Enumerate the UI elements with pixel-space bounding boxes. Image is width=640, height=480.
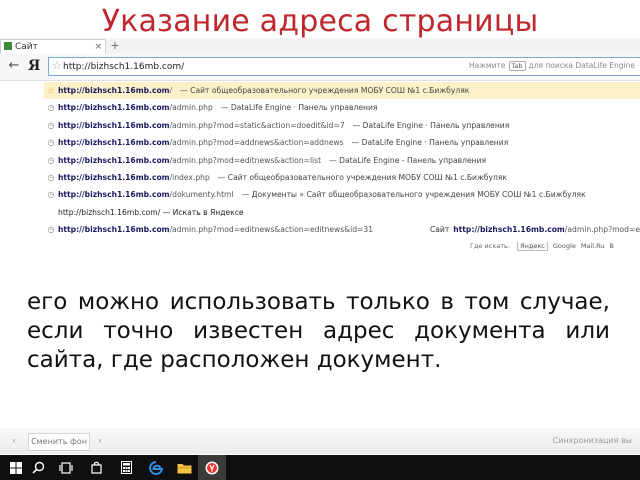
suggestion-description: — Документы » Сайт общеобразовательного … (241, 190, 586, 200)
edge-icon[interactable] (142, 455, 170, 480)
taskbar (0, 455, 640, 480)
change-background-button[interactable]: Сменить фон (28, 433, 90, 451)
sync-label: Синхронизация вы (552, 436, 632, 445)
file-explorer-icon[interactable] (170, 455, 198, 480)
suggestion-host: http://bizhsch1.16mb.com (58, 120, 170, 130)
suggestion-item[interactable]: ☆ http://bizhsch1.16mb.com/ — Сайт общеобр… (44, 82, 640, 100)
suggestion-item[interactable]: ◷ http://bizhsch1.16mb.com/admin.php?mod=… (44, 152, 640, 169)
suggestion-item[interactable]: ◷ http://bizhsch1.16mb.com/admin.php?mod=… (44, 134, 640, 151)
calculator-icon[interactable] (112, 455, 140, 480)
browser-window: Сайт общеобразовательн × + ← Я ☆ Нажмите… (0, 38, 640, 251)
suggestion-host: http://bizhsch1.16mb.com (58, 172, 170, 182)
suggestion-path: /admin.php?mod=static&action=doedit&id=7 (169, 120, 345, 130)
suggestion-description: — Сайт общеобразовательного учреждения М… (217, 172, 507, 182)
suggestion-host: http://bizhsch1.16mb.com (58, 86, 170, 95)
hint-text-after: для поиска DataLife Engine (528, 61, 635, 70)
history-icon: ◷ (47, 138, 55, 148)
hint-text-before: Нажмите (469, 61, 506, 70)
bookmark-star-icon[interactable]: ☆ (52, 59, 62, 72)
history-icon: ◷ (47, 120, 55, 130)
store-icon[interactable] (82, 455, 110, 480)
suggestion-description: — Сайт общеобразовательного учреждения М… (180, 86, 470, 95)
suggestion-path: /index.php (169, 172, 210, 182)
search-in-yandex-text: http://bizhsch1.16mb.com/ — Искать в Янд… (58, 207, 244, 217)
history-icon: ◷ (47, 225, 55, 235)
tab-close-icon[interactable]: × (94, 40, 102, 54)
suggestion-description: — DataLife Engine · Панель управления (351, 138, 509, 148)
search-engine-selector: Где искать: Яндекс Google Mail.Ru B (470, 242, 640, 254)
suggestion-path: / (169, 86, 173, 95)
suggestion-host: http://bizhsch1.16mb.com (58, 138, 170, 148)
tab-search-hint: Нажмите Tab для поиска DataLife Engine (469, 61, 640, 73)
suggestion-description: — DataLife Engine · Панель управления (220, 103, 378, 113)
suggestion-path: /admin.php?mod=editnews&action=editnews&… (169, 225, 374, 235)
suggestion-item[interactable]: ◷ http://bizhsch1.16mb.com/admin.php?mod=… (44, 221, 640, 239)
url-input[interactable] (63, 59, 263, 74)
history-icon: ◷ (47, 172, 55, 182)
slideshow-bar: ‹ Сменить фон › Синхронизация вы (0, 428, 640, 454)
suggestion-host: http://bizhsch1.16mb.com (58, 190, 170, 200)
suggestion-item[interactable]: ◷ http://bizhsch1.16mb.com/admin.php — Dat… (44, 99, 640, 116)
history-icon: ◷ (47, 155, 55, 165)
suggestion-site: Сайт http://bizhsch1.16mb.com/admin.php?m… (423, 221, 640, 239)
suggestion-path: /admin.php (169, 103, 213, 113)
tab-bar: Сайт общеобразовательн × + (0, 38, 640, 66)
suggestion-description: — DataLife Engine - Панель управления (329, 155, 487, 165)
history-icon: ◷ (47, 190, 55, 200)
suggestion-path: /admin.php?mod=editnews&action=list (169, 155, 322, 165)
back-arrow-icon[interactable]: ← (6, 58, 22, 74)
suggestion-path: /admin.php?mod=addnews&action=addnews (169, 138, 344, 148)
star-icon: ☆ (47, 86, 55, 95)
task-view-icon[interactable] (52, 455, 80, 480)
site-favicon-icon (4, 42, 12, 50)
search-engine-option[interactable]: Яндекс (517, 242, 548, 251)
url-field[interactable]: ☆ НажмитеTabдля поиска DataLife Engine (48, 57, 640, 76)
slide-title: Указание адреса страницы (101, 4, 539, 39)
suggestion-path: /dokumenty.html (169, 190, 234, 200)
slide-body-text: его можно использовать только в том случ… (27, 289, 610, 373)
next-arrow-icon[interactable]: › (94, 433, 106, 449)
previous-arrow-icon[interactable]: ‹ (8, 433, 20, 449)
yandex-logo[interactable]: Я (28, 58, 44, 74)
search-engine-option[interactable]: Google (553, 242, 576, 250)
browser-tab[interactable]: Сайт общеобразовательн × (0, 39, 106, 66)
suggestion-host: http://bizhsch1.16mb.com (58, 155, 170, 165)
suggestion-list: ☆ http://bizhsch1.16mb.com/— Сайт общеобр… (44, 82, 640, 240)
search-engine-option[interactable]: Mail.Ru (581, 242, 605, 250)
address-bar: ← Я ☆ НажмитеTabдля поиска DataLife Engi… (0, 54, 640, 81)
search-icon[interactable] (24, 455, 52, 480)
suggestion-host: http://bizhsch1.16mb.com (58, 103, 170, 113)
new-tab-button[interactable]: + (108, 40, 122, 53)
suggestion-host: http://bizhsch1.16mb.com (58, 225, 170, 235)
site-host: http://bizhsch1.16mb.com (453, 225, 565, 235)
suggestion-item[interactable]: ◷ http://bizhsch1.16mb.com/index.php — Сай… (44, 169, 640, 186)
suggestion-item[interactable]: http://bizhsch1.16mb.com/ — Искать в Янд… (44, 204, 640, 221)
suggestion-item[interactable]: ◷ http://bizhsch1.16mb.com/admin.php?mod=… (44, 117, 640, 134)
yandex-browser-icon[interactable] (198, 455, 226, 480)
history-icon: ◷ (47, 103, 55, 113)
site-path: /admin.php?mod=e (564, 225, 640, 235)
site-label: Сайт (429, 225, 450, 235)
search-with-label: Где искать: (470, 242, 511, 250)
suggestion-item[interactable]: ◷ http://bizhsch1.16mb.com/dokumenty.html… (44, 186, 640, 203)
tab-key-badge: Tab (508, 61, 526, 71)
suggestion-description: — DataLife Engine · Панель управления (352, 120, 510, 130)
search-engine-option[interactable]: B (609, 242, 613, 250)
